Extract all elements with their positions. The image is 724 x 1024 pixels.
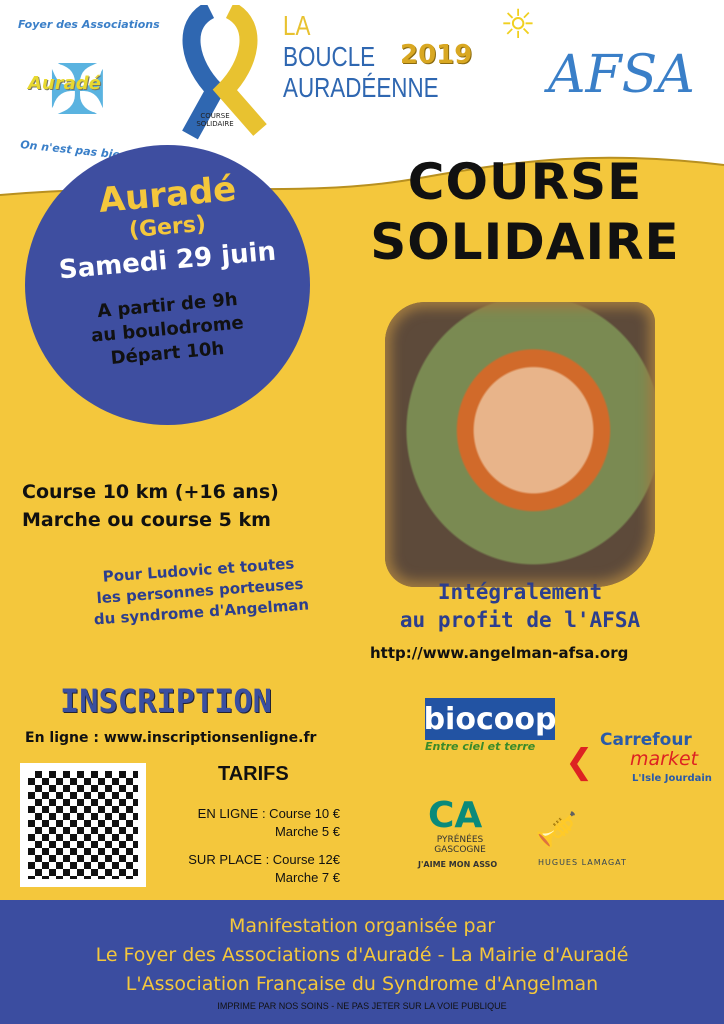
qr-code[interactable] — [20, 763, 146, 887]
tarif-row: EN LIGNE : Course 10 € — [197, 806, 340, 821]
distance-10km: Course 10 km (+16 ans) — [22, 481, 279, 503]
carrefour-icon: ❮ — [565, 742, 594, 782]
carrefour-logo: Carrefour — [600, 730, 692, 750]
trumpet-icon: 🎺 — [535, 810, 578, 850]
child-photo — [385, 302, 655, 587]
credit-agricole-tag: J'AIME MON ASSO — [418, 860, 498, 869]
profit-line: au profit de l'AFSA — [399, 608, 641, 632]
tarif-row: Marche 7 € — [274, 870, 340, 885]
ribbon-text: COURSE SOLIDAIRE — [196, 112, 234, 128]
inscription-online[interactable]: En ligne : www.inscriptionsenligne.fr — [25, 730, 316, 746]
website-link[interactable]: http://www.angelman-afsa.org — [370, 644, 628, 662]
title-solidaire: SOLIDAIRE — [370, 213, 680, 271]
distance-5km: Marche ou course 5 km — [22, 509, 271, 531]
footer-line: Le Foyer des Associations d'Auradé - La … — [95, 944, 629, 966]
biocoop-logo: biocoop — [424, 698, 556, 740]
credit-agricole-name: PYRÉNÉES GASCOGNE — [434, 835, 486, 855]
boucle-auradeenne: AURADÉENNE — [283, 72, 439, 103]
foyer-logo-top-text: Foyer des Associations — [18, 18, 160, 31]
footer-line: Manifestation organisée par — [228, 915, 496, 937]
carrefour-market: market — [630, 748, 699, 770]
tarif-row: Marche 5 € — [274, 824, 340, 839]
inscription-title: INSCRIPTION — [60, 682, 272, 720]
event-info-circle: Auradé (Gers) Samedi 29 juin A partir de… — [25, 145, 310, 425]
foyer-logo-name: Auradé — [28, 73, 101, 94]
tarif-row: SUR PLACE : Course 12€ — [188, 852, 340, 867]
title-course: COURSE — [407, 153, 643, 211]
year: 2019 — [400, 40, 473, 70]
footer-line: L'Association Française du Syndrome d'An… — [125, 973, 599, 995]
boucle-la: LA — [283, 10, 311, 41]
print-notice: IMPRIME PAR NOS SOINS - NE PAS JETER SUR… — [217, 1001, 507, 1011]
biocoop-tagline: Entre ciel et terre — [425, 740, 536, 753]
afsa-logo: AFSA — [548, 45, 695, 105]
hugues-lamagat-logo: HUGUES LAMAGAT — [538, 858, 627, 867]
profit-line: Intégralement — [437, 580, 603, 604]
carrefour-location: L'Isle Jourdain — [632, 773, 712, 784]
tarifs-title: TARIFS — [218, 763, 289, 785]
credit-agricole-icon: CA — [428, 795, 483, 836]
footer: Manifestation organisée par Le Foyer des… — [0, 900, 724, 1024]
